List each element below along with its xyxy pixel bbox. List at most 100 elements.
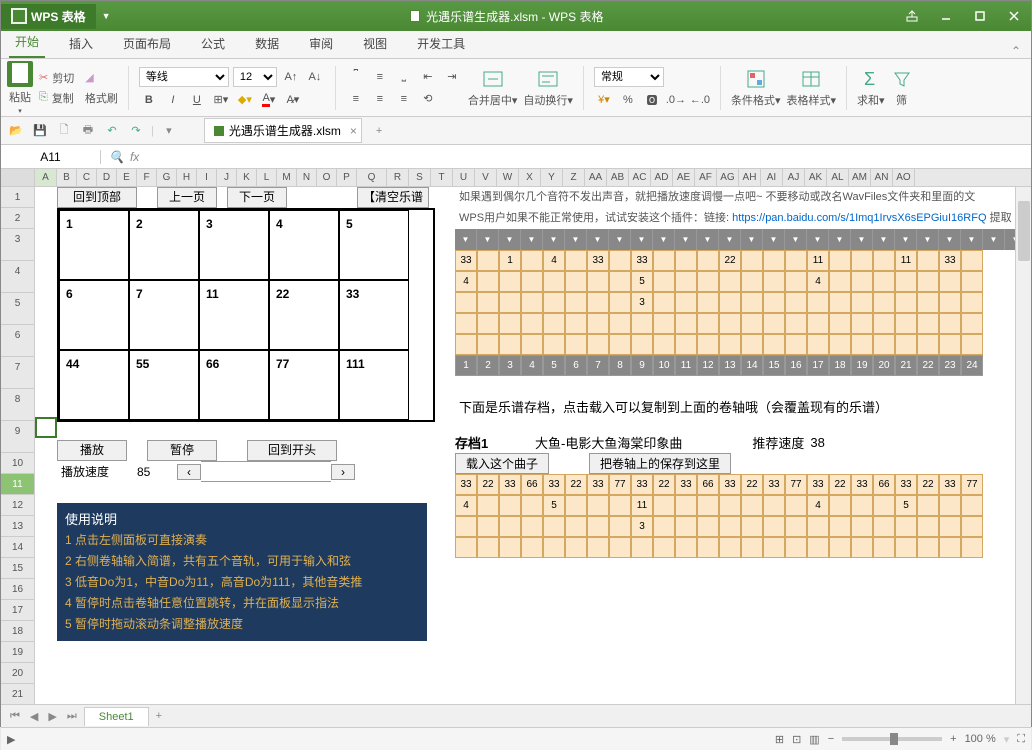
tab-formula[interactable]: 公式 bbox=[195, 29, 231, 58]
font-combo[interactable]: 等线 bbox=[139, 67, 229, 87]
keypad[interactable]: 123456711223344556677111 bbox=[57, 208, 435, 422]
col-header[interactable]: AG bbox=[717, 169, 739, 186]
indent-right-icon[interactable]: ⇥ bbox=[442, 68, 462, 86]
keypad-key[interactable]: 33 bbox=[339, 280, 409, 350]
keypad-key[interactable]: 6 bbox=[59, 280, 129, 350]
row-header[interactable]: 8 bbox=[1, 389, 34, 421]
col-header[interactable]: G bbox=[157, 169, 177, 186]
zoom-out-icon[interactable]: − bbox=[828, 733, 834, 745]
row-header[interactable]: 20 bbox=[1, 663, 34, 684]
name-box[interactable] bbox=[1, 150, 101, 164]
col-header[interactable]: AA bbox=[585, 169, 607, 186]
col-header[interactable]: N bbox=[297, 169, 317, 186]
row-header[interactable]: 12 bbox=[1, 495, 34, 516]
keypad-key[interactable]: 77 bbox=[269, 350, 339, 420]
zoom-value[interactable]: 100 % bbox=[965, 733, 996, 745]
percent-icon[interactable]: % bbox=[618, 91, 638, 109]
font-size-combo[interactable]: 12 bbox=[233, 67, 277, 87]
row-header[interactable]: 2 bbox=[1, 208, 34, 229]
col-header[interactable]: R bbox=[387, 169, 409, 186]
close-tab-icon[interactable]: × bbox=[350, 124, 357, 138]
tab-data[interactable]: 数据 bbox=[249, 29, 285, 58]
col-header[interactable]: AF bbox=[695, 169, 717, 186]
col-header[interactable]: AB bbox=[607, 169, 629, 186]
row-header[interactable]: 15 bbox=[1, 558, 34, 579]
clear-format-button[interactable]: A̷▾ bbox=[283, 91, 303, 109]
cut-button[interactable]: 剪切 bbox=[52, 70, 74, 86]
speed-right-button[interactable]: › bbox=[331, 464, 355, 480]
row-header[interactable]: 14 bbox=[1, 537, 34, 558]
row-header[interactable]: 10 bbox=[1, 453, 34, 474]
spreadsheet-grid[interactable]: ABCDEFGHIJKLMNOPQRSTUVWXYZAAABACADAEAFAG… bbox=[1, 169, 1031, 704]
keypad-key[interactable]: 7 bbox=[129, 280, 199, 350]
col-header[interactable]: I bbox=[197, 169, 217, 186]
row-header[interactable]: 4 bbox=[1, 261, 34, 293]
save-song-button[interactable]: 把卷轴上的保存到这里 bbox=[589, 453, 731, 474]
keypad-key[interactable]: 5 bbox=[339, 210, 409, 280]
align-top-icon[interactable]: ⎴ bbox=[346, 68, 366, 86]
col-header[interactable]: E bbox=[117, 169, 137, 186]
row-header[interactable]: 6 bbox=[1, 325, 34, 357]
indent-left-icon[interactable]: ⇤ bbox=[418, 68, 438, 86]
keypad-key[interactable]: 44 bbox=[59, 350, 129, 420]
keypad-key[interactable]: 22 bbox=[269, 280, 339, 350]
currency-icon[interactable]: ¥▾ bbox=[594, 91, 614, 109]
col-header[interactable]: F bbox=[137, 169, 157, 186]
row-header[interactable]: 13 bbox=[1, 516, 34, 537]
view-pagebreak-icon[interactable]: ⊡ bbox=[792, 733, 801, 746]
formula-input[interactable] bbox=[147, 150, 1031, 164]
orientation-icon[interactable]: ⟲ bbox=[418, 90, 438, 108]
col-header[interactable]: D bbox=[97, 169, 117, 186]
number-format-combo[interactable]: 常规 bbox=[594, 67, 664, 87]
col-header[interactable]: A bbox=[35, 169, 57, 186]
sheet-nav-last[interactable]: ⏭ bbox=[64, 710, 80, 723]
tab-view[interactable]: 视图 bbox=[357, 29, 393, 58]
sheet-nav-next[interactable]: ▶ bbox=[45, 710, 59, 723]
sum-button[interactable]: Σ求和▾ bbox=[857, 68, 885, 108]
record-macro-icon[interactable]: ▶ bbox=[7, 733, 15, 746]
col-header[interactable]: K bbox=[237, 169, 257, 186]
row-header[interactable]: 16 bbox=[1, 579, 34, 600]
next-page-button[interactable]: 下一页 bbox=[227, 187, 287, 208]
merge-button[interactable]: 合并居中▾ bbox=[468, 68, 518, 108]
tab-review[interactable]: 审阅 bbox=[303, 29, 339, 58]
eraser-icon[interactable]: ◢ bbox=[85, 71, 93, 84]
maximize-button[interactable] bbox=[963, 1, 997, 31]
ribbon-collapse-icon[interactable]: ⌃ bbox=[1001, 44, 1031, 58]
play-button[interactable]: 播放 bbox=[57, 440, 127, 461]
row-header[interactable]: 3 bbox=[1, 229, 34, 261]
wrap-button[interactable]: 自动换行▾ bbox=[523, 68, 573, 108]
col-header[interactable]: AC bbox=[629, 169, 651, 186]
paste-button[interactable]: 粘贴▾ bbox=[7, 61, 33, 115]
row-header[interactable]: 7 bbox=[1, 357, 34, 389]
col-header[interactable]: T bbox=[431, 169, 453, 186]
format-painter-button[interactable]: 格式刷 bbox=[85, 90, 118, 106]
col-header[interactable]: AJ bbox=[783, 169, 805, 186]
align-center-icon[interactable]: ≡ bbox=[370, 90, 390, 108]
col-header[interactable]: Q bbox=[357, 169, 387, 186]
col-header[interactable]: H bbox=[177, 169, 197, 186]
col-header[interactable]: AD bbox=[651, 169, 673, 186]
tab-insert[interactable]: 插入 bbox=[63, 29, 99, 58]
tab-layout[interactable]: 页面布局 bbox=[117, 29, 177, 58]
cond-format-button[interactable]: 条件格式▾ bbox=[731, 68, 781, 108]
decimal-dec-icon[interactable]: ←.0 bbox=[690, 91, 710, 109]
note-grid-1[interactable]: 33143333221111334543 bbox=[455, 250, 1031, 355]
underline-button[interactable]: U bbox=[187, 91, 207, 109]
zoom-in-icon[interactable]: + bbox=[950, 733, 956, 745]
copy-icon[interactable]: ⎘ bbox=[39, 91, 48, 104]
rewind-button[interactable]: 回到开头 bbox=[247, 440, 337, 461]
align-left-icon[interactable]: ≡ bbox=[346, 90, 366, 108]
row-header[interactable]: 11 bbox=[1, 474, 34, 495]
col-header[interactable]: C bbox=[77, 169, 97, 186]
row-header[interactable]: 1 bbox=[1, 187, 34, 208]
redo-icon[interactable]: ↷ bbox=[127, 122, 145, 140]
keypad-key[interactable]: 66 bbox=[199, 350, 269, 420]
align-middle-icon[interactable]: ≡ bbox=[370, 68, 390, 86]
col-header[interactable]: AO bbox=[893, 169, 915, 186]
speed-left-button[interactable]: ‹ bbox=[177, 464, 201, 480]
minimize-button[interactable] bbox=[929, 1, 963, 31]
close-button[interactable] bbox=[997, 1, 1031, 31]
undo-icon[interactable]: ↶ bbox=[103, 122, 121, 140]
col-header[interactable]: Y bbox=[541, 169, 563, 186]
